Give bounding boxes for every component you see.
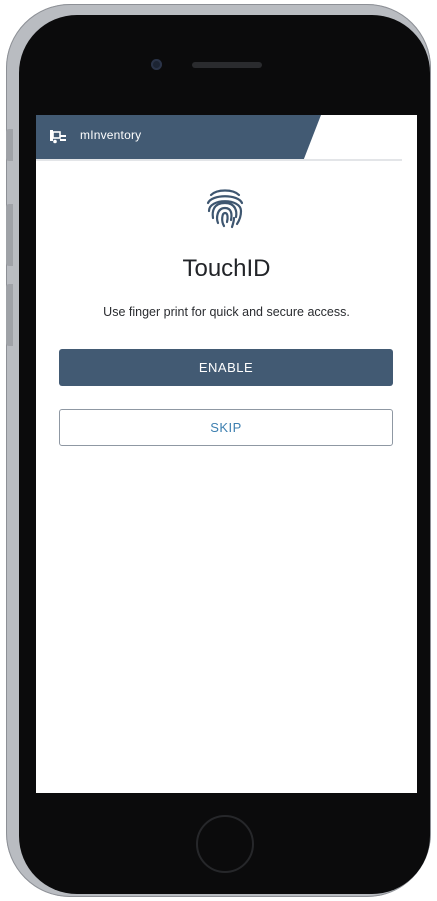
- home-button[interactable]: [196, 815, 254, 873]
- mute-switch: [6, 129, 13, 161]
- volume-down-button: [6, 284, 13, 346]
- header-bar: [36, 115, 321, 159]
- app-title: mInventory: [80, 128, 142, 142]
- header-divider: [36, 159, 402, 161]
- app-screen: mInventory TouchID Use finger print for …: [36, 115, 417, 793]
- volume-up-button: [6, 204, 13, 266]
- skip-button[interactable]: SKIP: [59, 409, 393, 446]
- earpiece-speaker: [192, 62, 262, 68]
- fingerprint-icon: [206, 189, 244, 229]
- forklift-icon: [50, 130, 66, 144]
- device-frame: mInventory TouchID Use finger print for …: [0, 0, 437, 901]
- app-header: mInventory: [36, 115, 417, 161]
- screen-subtitle: Use finger print for quick and secure ac…: [103, 305, 350, 319]
- enable-button[interactable]: ENABLE: [59, 349, 393, 386]
- front-camera: [151, 59, 162, 70]
- screen-title: TouchID: [182, 255, 271, 282]
